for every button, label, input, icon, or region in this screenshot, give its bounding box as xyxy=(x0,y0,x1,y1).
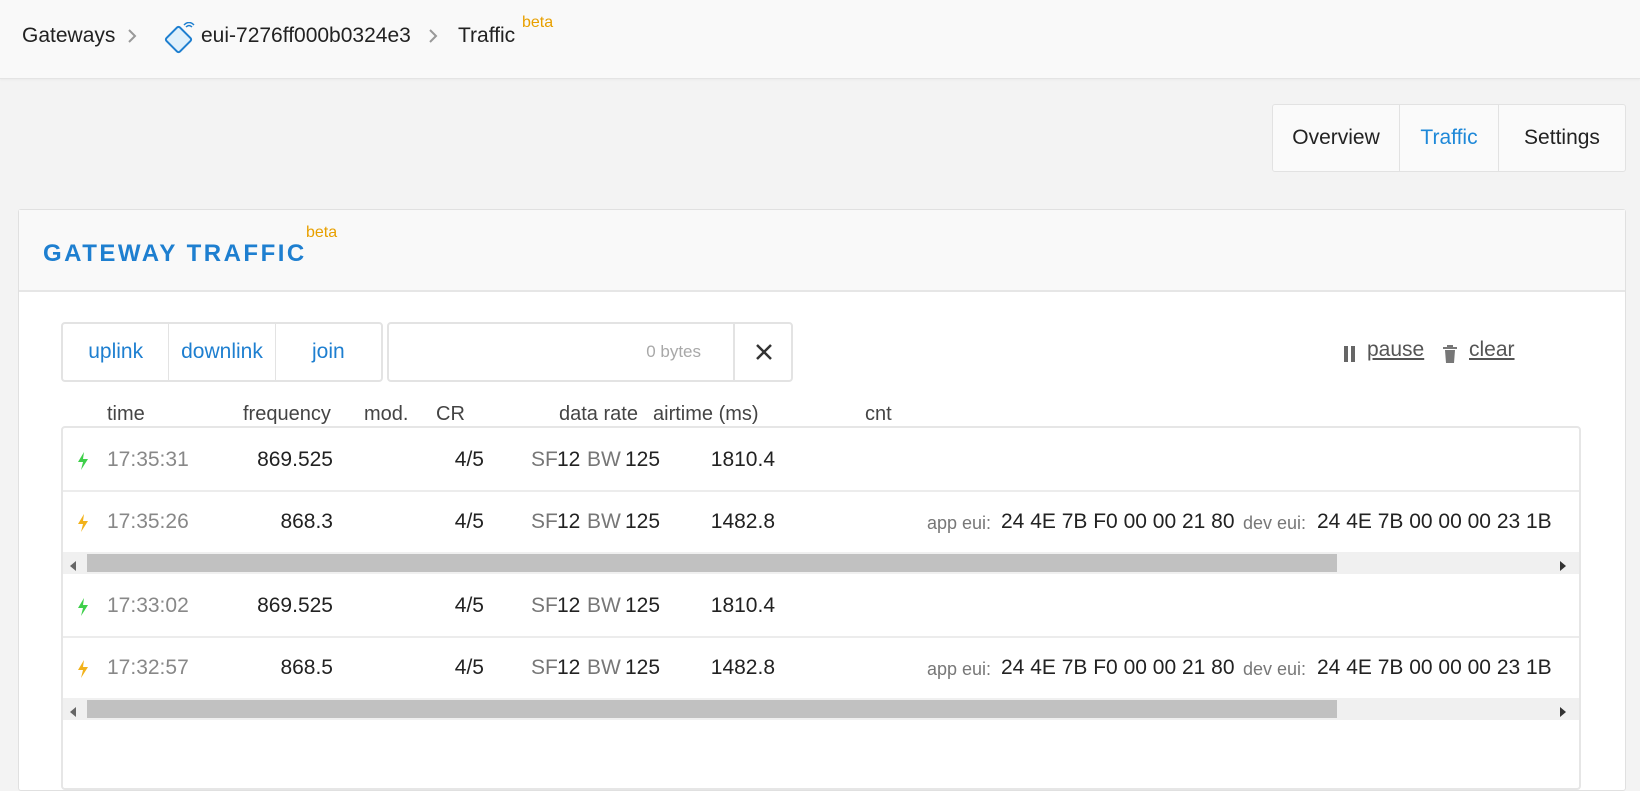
scroll-left-icon[interactable] xyxy=(69,704,77,722)
horizontal-scrollbar[interactable] xyxy=(63,552,1579,574)
top-bar: Gateways eui-7276ff000b0324e3 Traffic be… xyxy=(0,0,1640,79)
uplink-filter-button[interactable]: uplink xyxy=(63,324,170,380)
card-title: GATEWAY TRAFFIC xyxy=(43,240,307,267)
row-bw-value: 125 xyxy=(625,656,661,679)
breadcrumb-current: Traffic xyxy=(458,24,516,47)
tab-overview[interactable]: Overview xyxy=(1273,105,1400,171)
row-time: 17:33:02 xyxy=(107,594,189,617)
row-dev-eui-label: dev eui: xyxy=(1243,513,1307,533)
traffic-list: 17:35:31 869.525 4/5 SF 12 BW 125 1810.4… xyxy=(61,426,1581,790)
bolt-green-icon xyxy=(77,598,89,621)
beta-badge: beta xyxy=(522,14,554,31)
tab-settings[interactable]: Settings xyxy=(1499,105,1625,171)
row-app-eui-label: app eui: xyxy=(927,659,992,679)
breadcrumb-gateways-link[interactable]: Gateways xyxy=(22,24,115,48)
row-app-eui: 24 4E 7B F0 00 00 21 80 xyxy=(1001,510,1235,533)
row-cr: 4/5 xyxy=(454,448,484,471)
pause-icon[interactable] xyxy=(1343,345,1357,368)
traffic-row[interactable]: 17:33:02 869.525 4/5 SF 12 BW 125 1810.4 xyxy=(63,574,1579,638)
row-airtime: 1810.4 xyxy=(710,594,775,617)
traffic-row[interactable]: 17:35:31 869.525 4/5 SF 12 BW 125 1810.4 xyxy=(63,428,1579,492)
scrollbar-thumb[interactable] xyxy=(87,700,1337,718)
row-sf-label: SF xyxy=(531,656,558,679)
clear-button[interactable]: clear xyxy=(1469,338,1515,362)
scrollbar-thumb[interactable] xyxy=(87,554,1337,572)
join-filter-button[interactable]: join xyxy=(276,324,381,380)
row-cr: 4/5 xyxy=(454,656,484,679)
close-icon xyxy=(756,344,772,360)
row-dev-eui: 24 4E 7B 00 00 00 23 1B xyxy=(1317,510,1552,533)
column-header-data-rate: data rate xyxy=(559,403,638,425)
row-sf-value: 12 xyxy=(557,594,581,617)
row-bw-label: BW xyxy=(587,594,621,617)
pause-button[interactable]: pause xyxy=(1367,338,1424,362)
horizontal-scrollbar[interactable] xyxy=(63,698,1579,720)
card-header: GATEWAY TRAFFIC beta xyxy=(19,210,1625,292)
row-time: 17:35:26 xyxy=(107,510,189,533)
clear-filter-button[interactable] xyxy=(733,324,791,380)
row-frequency: 868.5 xyxy=(280,656,333,679)
row-cr: 4/5 xyxy=(454,594,484,617)
beta-badge: beta xyxy=(306,224,338,241)
row-cr: 4/5 xyxy=(454,510,484,533)
row-bw-label: BW xyxy=(587,448,621,471)
row-app-eui-label: app eui: xyxy=(927,513,992,533)
downlink-filter-button[interactable]: downlink xyxy=(169,324,276,380)
row-bw-value: 125 xyxy=(625,594,661,617)
row-dev-eui: 24 4E 7B 00 00 00 23 1B xyxy=(1317,656,1552,679)
row-sf-label: SF xyxy=(531,594,558,617)
column-header-mod: mod. xyxy=(364,403,409,425)
row-bw-label: BW xyxy=(587,656,621,679)
gateway-icon xyxy=(164,21,198,56)
column-header-airtime: airtime (ms) xyxy=(653,403,759,425)
row-sf-value: 12 xyxy=(557,448,581,471)
column-header-cnt: cnt xyxy=(865,403,892,425)
page-tabs: Overview Traffic Settings xyxy=(1272,104,1626,172)
bolt-yellow-icon xyxy=(77,660,89,683)
column-header-time: time xyxy=(107,403,145,425)
row-airtime: 1482.8 xyxy=(710,656,775,679)
row-airtime: 1482.8 xyxy=(710,510,775,533)
row-dev-eui-label: dev eui: xyxy=(1243,659,1307,679)
chevron-right-icon xyxy=(127,26,137,46)
row-bw-value: 125 xyxy=(625,510,661,533)
row-sf-value: 12 xyxy=(557,656,581,679)
row-app-eui: 24 4E 7B F0 00 00 21 80 xyxy=(1001,656,1235,679)
trash-icon[interactable] xyxy=(1442,344,1458,369)
traffic-row[interactable]: 17:32:57 868.5 4/5 SF 12 BW 125 1482.8 a… xyxy=(63,636,1579,698)
bolt-yellow-icon xyxy=(77,514,89,537)
chevron-right-icon xyxy=(428,26,438,46)
filter-input[interactable] xyxy=(389,324,717,380)
row-bw-label: BW xyxy=(587,510,621,533)
row-sf-value: 12 xyxy=(557,510,581,533)
tab-traffic[interactable]: Traffic xyxy=(1400,105,1499,171)
row-frequency: 869.525 xyxy=(257,448,333,471)
filter-search-box xyxy=(387,322,793,382)
row-time: 17:32:57 xyxy=(107,656,189,679)
row-sf-label: SF xyxy=(531,510,558,533)
scroll-right-icon[interactable] xyxy=(1559,704,1567,722)
breadcrumb-gateway-link[interactable]: eui-7276ff000b0324e3 xyxy=(201,24,411,48)
bolt-green-icon xyxy=(77,452,89,475)
column-header-cr: CR xyxy=(436,403,465,425)
row-sf-label: SF xyxy=(531,448,558,471)
row-time: 17:35:31 xyxy=(107,448,189,471)
gateway-traffic-card: GATEWAY TRAFFIC beta uplink downlink joi… xyxy=(18,209,1626,791)
row-frequency: 869.525 xyxy=(257,594,333,617)
row-frequency: 868.3 xyxy=(280,510,333,533)
traffic-row[interactable]: 17:35:26 868.3 4/5 SF 12 BW 125 1482.8 a… xyxy=(63,490,1579,552)
row-bw-value: 125 xyxy=(625,448,661,471)
message-type-filter: uplink downlink join xyxy=(61,322,383,382)
row-airtime: 1810.4 xyxy=(710,448,775,471)
column-header-frequency: frequency xyxy=(243,403,331,425)
